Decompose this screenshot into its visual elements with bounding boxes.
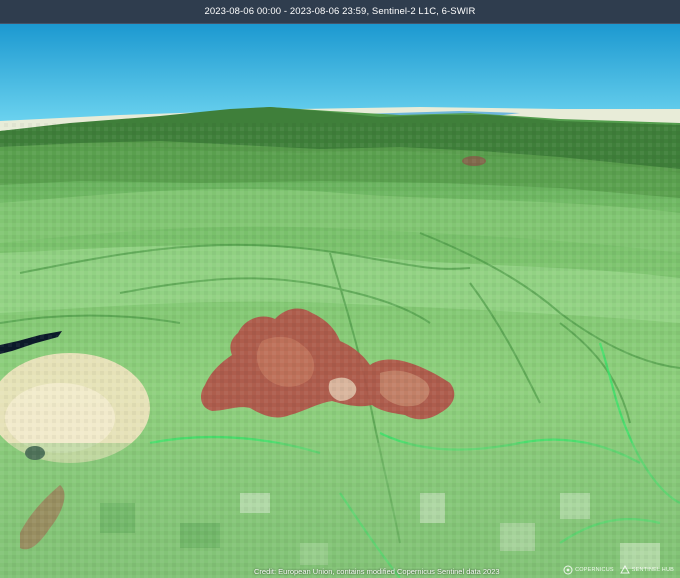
sentinel-hub-icon	[619, 565, 630, 574]
sentinel-hub-logo-text: SENTINEL HUB	[631, 567, 674, 573]
terrain-3d-view[interactable]	[0, 23, 680, 578]
logo-group: COPERNICUS SENTINEL HUB	[563, 565, 674, 575]
header-title: 2023-08-06 00:00 - 2023-08-06 23:59, Sen…	[204, 6, 476, 17]
sentinel-hub-logo[interactable]: SENTINEL HUB	[619, 565, 674, 575]
copernicus-icon	[563, 565, 573, 575]
copernicus-logo-text: COPERNICUS	[575, 567, 614, 573]
header-bar: 2023-08-06 00:00 - 2023-08-06 23:59, Sen…	[0, 0, 680, 24]
viewer: 2023-08-06 00:00 - 2023-08-06 23:59, Sen…	[0, 0, 680, 578]
copernicus-logo[interactable]: COPERNICUS	[563, 565, 614, 575]
attribution-text: Credit: European Union, contains modifie…	[254, 567, 500, 576]
sky	[0, 23, 680, 123]
